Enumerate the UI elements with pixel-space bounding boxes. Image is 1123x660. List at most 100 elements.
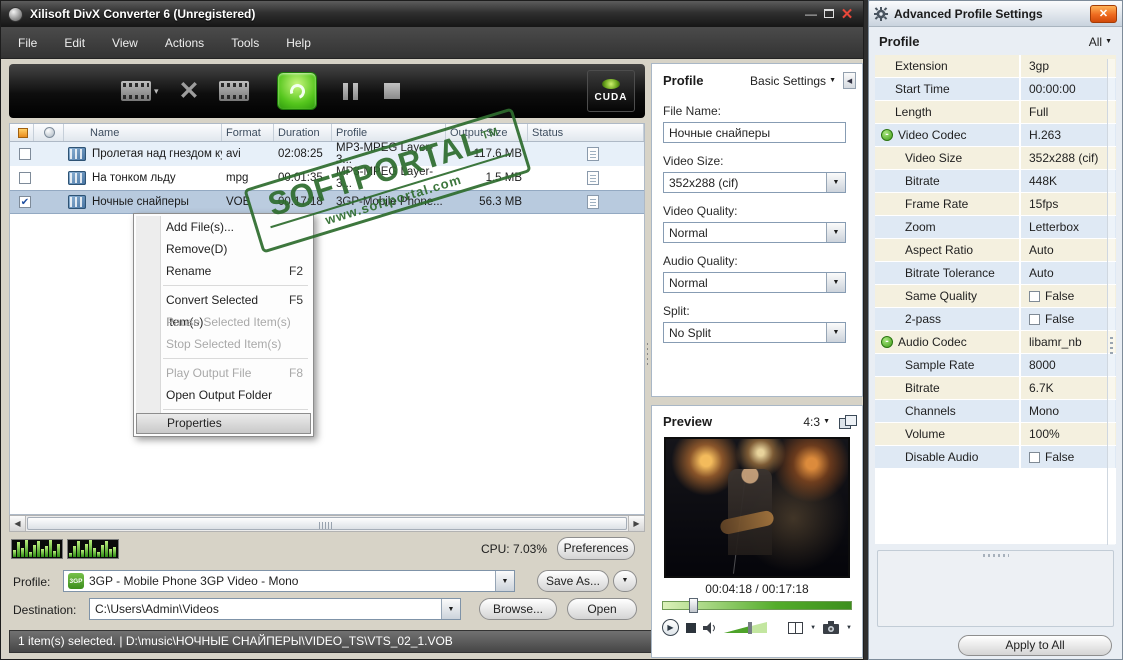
- remove-file-button[interactable]: ✕: [179, 78, 200, 104]
- context-menu-item[interactable]: Convert Selected Item(s) F5: [134, 289, 313, 329]
- chevron-down-icon[interactable]: ▼: [826, 223, 845, 242]
- save-as-dropdown-button[interactable]: ▼: [613, 570, 637, 592]
- add-file-button[interactable]: ▾: [121, 81, 159, 101]
- menu-actions[interactable]: Actions: [165, 36, 204, 50]
- property-value[interactable]: Auto: [1029, 243, 1054, 257]
- checkbox[interactable]: [1029, 313, 1040, 325]
- stop-playback-button[interactable]: [686, 622, 696, 633]
- dropdown[interactable]: 352x288 (cif) ▼: [663, 172, 846, 193]
- chevron-down-icon[interactable]: ▾: [154, 86, 159, 97]
- property-value[interactable]: False: [1045, 450, 1074, 464]
- chevron-down-icon[interactable]: ▼: [441, 599, 460, 619]
- seek-slider[interactable]: [662, 598, 852, 613]
- checkbox[interactable]: [1029, 290, 1040, 302]
- chevron-down-icon[interactable]: ▼: [810, 625, 816, 631]
- row-checkbox[interactable]: [19, 148, 31, 160]
- speaker-icon[interactable]: [703, 621, 717, 634]
- advanced-close-button[interactable]: ✕: [1090, 4, 1117, 23]
- property-value[interactable]: 15fps: [1029, 197, 1058, 211]
- property-row[interactable]: Channels Mono: [875, 400, 1116, 423]
- property-row[interactable]: Extension 3gp: [875, 55, 1116, 78]
- property-value[interactable]: False: [1045, 289, 1074, 303]
- menu-view[interactable]: View: [112, 36, 138, 50]
- property-row[interactable]: Start Time 00:00:00: [875, 78, 1116, 101]
- volume-slider[interactable]: [724, 621, 768, 634]
- property-row[interactable]: Bitrate 448K: [875, 170, 1116, 193]
- property-row[interactable]: Bitrate 6.7K: [875, 377, 1116, 400]
- collapse-group-icon[interactable]: -: [881, 129, 893, 141]
- property-value[interactable]: False: [1045, 312, 1074, 326]
- scroll-right-arrow[interactable]: ▶: [628, 516, 644, 531]
- snapshot-camera-icon[interactable]: [823, 621, 840, 634]
- browse-button[interactable]: Browse...: [479, 598, 557, 620]
- preferences-button[interactable]: Preferences: [557, 537, 635, 560]
- row-checkbox[interactable]: [19, 172, 31, 184]
- column-header-status[interactable]: Status: [528, 124, 644, 141]
- property-value[interactable]: 8000: [1029, 358, 1056, 372]
- settings-mode-dropdown[interactable]: Basic Settings ▼: [750, 74, 836, 88]
- pause-button[interactable]: [343, 82, 359, 100]
- destination-dropdown[interactable]: C:\Users\Admin\Videos ▼: [89, 598, 461, 620]
- panel-splitter[interactable]: [645, 123, 650, 515]
- property-row[interactable]: Sample Rate 8000: [875, 354, 1116, 377]
- property-row[interactable]: Zoom Letterbox: [875, 216, 1116, 239]
- chevron-down-icon[interactable]: ▼: [826, 273, 845, 292]
- seek-thumb[interactable]: [689, 598, 699, 613]
- text-input[interactable]: Ночные снайперы: [663, 122, 846, 143]
- row-checkbox[interactable]: ✔: [19, 196, 31, 208]
- scroll-left-arrow[interactable]: ◀: [10, 516, 26, 531]
- property-row[interactable]: Length Full: [875, 101, 1116, 124]
- property-row[interactable]: - Audio Codec libamr_nb: [875, 331, 1116, 354]
- convert-queue-button[interactable]: [219, 81, 250, 101]
- property-value[interactable]: Full: [1029, 105, 1048, 119]
- property-value[interactable]: Mono: [1029, 404, 1059, 418]
- close-button[interactable]: ✕: [838, 5, 856, 23]
- dropdown[interactable]: Normal ▼: [663, 222, 846, 243]
- property-row[interactable]: Bitrate Tolerance Auto: [875, 262, 1116, 285]
- minimize-button[interactable]: —: [802, 7, 820, 21]
- title-bar[interactable]: Xilisoft DivX Converter 6 (Unregistered)…: [1, 1, 863, 27]
- dropdown[interactable]: Normal ▼: [663, 272, 846, 293]
- property-value[interactable]: Letterbox: [1029, 220, 1079, 234]
- property-value[interactable]: 00:00:00: [1029, 82, 1076, 96]
- aspect-ratio-dropdown[interactable]: 4:3 ▼: [803, 415, 830, 429]
- property-row[interactable]: Volume 100%: [875, 423, 1116, 446]
- menu-tools[interactable]: Tools: [231, 36, 259, 50]
- save-as-button[interactable]: Save As...: [537, 570, 609, 592]
- context-menu-item[interactable]: Open Output Folder: [134, 384, 313, 406]
- property-row[interactable]: Disable Audio False: [875, 446, 1116, 469]
- chevron-down-icon[interactable]: ▼: [495, 571, 514, 591]
- menu-help[interactable]: Help: [286, 36, 311, 50]
- context-menu-item[interactable]: Properties: [136, 413, 311, 434]
- property-value[interactable]: 3gp: [1029, 59, 1049, 73]
- collapse-panel-button[interactable]: ◀: [843, 72, 856, 89]
- property-row[interactable]: Aspect Ratio Auto: [875, 239, 1116, 262]
- property-value[interactable]: H.263: [1029, 128, 1061, 142]
- open-button[interactable]: Open: [567, 598, 637, 620]
- play-button[interactable]: ▶: [662, 619, 679, 636]
- property-row[interactable]: - Video Codec H.263: [875, 124, 1116, 147]
- advanced-title-bar[interactable]: Advanced Profile Settings ✕: [869, 1, 1122, 27]
- chevron-down-icon[interactable]: ▼: [846, 625, 852, 631]
- property-value[interactable]: 352x288 (cif): [1029, 151, 1098, 165]
- start-convert-button[interactable]: [277, 72, 318, 110]
- chevron-down-icon[interactable]: ▼: [826, 323, 845, 342]
- property-value[interactable]: 6.7K: [1029, 381, 1054, 395]
- profile-filter-dropdown[interactable]: All ▼: [1089, 35, 1112, 49]
- compare-view-icon[interactable]: [839, 415, 857, 429]
- file-row[interactable]: Пролетая над гнездом кук...avi02:08:25MP…: [10, 142, 644, 166]
- menu-file[interactable]: File: [18, 36, 37, 50]
- property-value[interactable]: 448K: [1029, 174, 1057, 188]
- property-value[interactable]: libamr_nb: [1029, 335, 1082, 349]
- menu-edit[interactable]: Edit: [64, 36, 85, 50]
- horizontal-scrollbar[interactable]: ◀ ▶: [9, 515, 645, 532]
- context-menu-item[interactable]: Rename F2: [134, 260, 313, 282]
- maximize-button[interactable]: [820, 7, 838, 21]
- property-value[interactable]: 100%: [1029, 427, 1060, 441]
- checkbox[interactable]: [1029, 451, 1040, 463]
- stop-button[interactable]: [384, 83, 401, 99]
- column-header-duration[interactable]: Duration: [274, 124, 332, 141]
- property-value[interactable]: Auto: [1029, 266, 1054, 280]
- vertical-scrollbar[interactable]: [1107, 59, 1115, 545]
- chevron-down-icon[interactable]: ▼: [826, 173, 845, 192]
